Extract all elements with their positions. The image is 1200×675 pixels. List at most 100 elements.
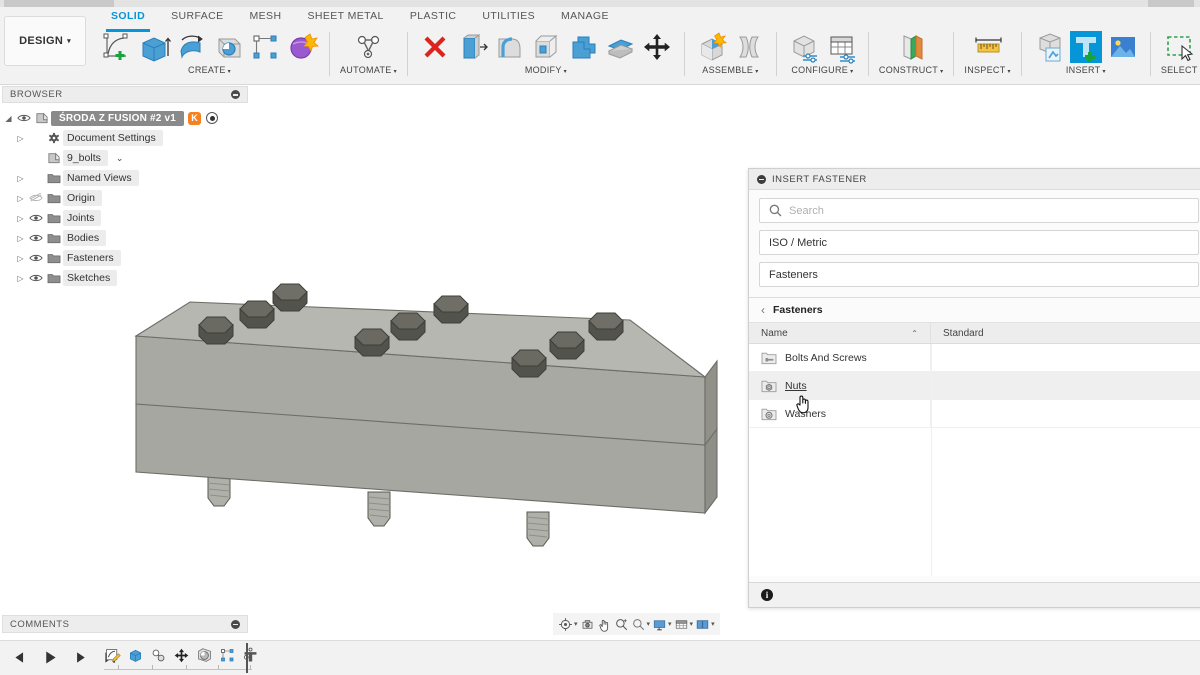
browser-node-document-settings[interactable]: ▷ Document Settings [0, 128, 250, 148]
chevron-down-icon[interactable]: ▾ [668, 620, 672, 628]
step-forward-icon[interactable] [72, 649, 89, 666]
group-label[interactable]: AUTOMATE ▾ [340, 65, 397, 75]
group-label[interactable]: MODIFY ▾ [525, 65, 567, 75]
move-copy-icon[interactable] [640, 30, 674, 64]
browser-node-named-views[interactable]: ▷ Named Views [0, 168, 250, 188]
insert-canvas-icon[interactable] [1106, 30, 1140, 64]
browser-node-roda-z-fusion-2-v1[interactable]: ◢ ŚRODA Z FUSION #2 v1 K [0, 108, 250, 128]
eye-icon[interactable] [28, 233, 43, 243]
shell-icon[interactable] [529, 30, 563, 64]
column-header-standard[interactable]: Standard [931, 323, 1200, 343]
chevron-down-icon[interactable]: ▾ [711, 620, 715, 628]
zoom-window-icon[interactable] [631, 617, 646, 632]
insert-fastener-icon[interactable] [1069, 30, 1103, 64]
expand-arrow-icon[interactable]: ▷ [14, 214, 27, 223]
configure-table-icon[interactable] [824, 30, 858, 64]
grid-snap-icon[interactable] [674, 617, 689, 632]
extrude-feature-icon[interactable] [127, 647, 144, 664]
visibility-toggle[interactable] [27, 213, 44, 223]
pattern-icon[interactable] [248, 30, 282, 64]
chevron-down-icon[interactable]: ▾ [574, 620, 578, 628]
pattern-feature-icon[interactable] [219, 647, 236, 664]
nav-item-grid-snap[interactable]: ▾ [674, 617, 694, 632]
construct-plane-icon[interactable] [894, 30, 928, 64]
visibility-toggle[interactable] [27, 273, 44, 283]
column-header-name[interactable]: Name ⌃ [749, 323, 931, 343]
timeline-play[interactable] [42, 649, 59, 671]
timeline-feature-move[interactable] [173, 647, 190, 669]
visibility-toggle[interactable] [27, 233, 44, 243]
comments-panel-header[interactable]: COMMENTS [2, 615, 248, 633]
look-at-icon[interactable] [580, 617, 595, 632]
expand-arrow-icon[interactable]: ▷ [14, 254, 27, 263]
expand-arrow-icon[interactable]: ▷ [14, 194, 27, 203]
visibility-toggle[interactable] [15, 113, 32, 123]
sketch-feature-icon[interactable] [104, 647, 121, 664]
group-label[interactable]: INSPECT ▾ [964, 65, 1010, 75]
eye-icon[interactable] [16, 113, 31, 123]
fastener-feature-icon[interactable] [242, 647, 259, 664]
measure-icon[interactable] [971, 30, 1005, 64]
insert-derive-icon[interactable] [1032, 30, 1066, 64]
browser-node-bodies[interactable]: ▷ Bodies [0, 228, 250, 248]
move-feature-icon[interactable] [173, 647, 190, 664]
group-label[interactable]: CONFIGURE ▾ [791, 65, 853, 75]
cell-name[interactable]: Washers [749, 400, 931, 427]
table-row[interactable]: Bolts And Screws [749, 344, 1200, 372]
delete-icon[interactable] [418, 30, 452, 64]
group-label[interactable]: CONSTRUCT ▾ [879, 65, 944, 75]
group-label[interactable]: CREATE ▾ [188, 65, 231, 75]
nav-item-zoom[interactable] [614, 617, 629, 632]
insert-fastener-dialog[interactable]: INSERT FASTENER Search ISO / Metric Fast… [748, 168, 1200, 608]
timeline-track[interactable] [104, 669, 252, 670]
timeline-step-forward[interactable] [72, 649, 89, 671]
table-row[interactable]: Nuts [749, 372, 1200, 400]
split-face-icon[interactable] [603, 30, 637, 64]
eye-icon[interactable] [28, 253, 43, 263]
visibility-toggle[interactable] [27, 193, 44, 203]
timeline-feature-extrude[interactable] [127, 647, 144, 669]
breadcrumb[interactable]: ‹ Fasteners [749, 298, 1200, 323]
expand-arrow-icon[interactable]: ▷ [14, 274, 27, 283]
orbit-icon[interactable] [558, 617, 573, 632]
timeline-end-marker[interactable] [246, 643, 248, 673]
nav-item-pan[interactable] [597, 617, 612, 632]
info-icon[interactable]: i [761, 589, 773, 601]
cell-name[interactable]: Bolts And Screws [749, 344, 931, 371]
sweep-icon[interactable] [211, 30, 245, 64]
browser-node-joints[interactable]: ▷ Joints [0, 208, 250, 228]
step-back-icon[interactable] [12, 649, 29, 666]
browser-node-sketches[interactable]: ▷ Sketches [0, 268, 250, 288]
press-pull-icon[interactable] [455, 30, 489, 64]
browser-node-origin[interactable]: ▷ Origin [0, 188, 250, 208]
revolve-icon[interactable] [174, 30, 208, 64]
browser-node-9-bolts[interactable]: 9_bolts ⌄ [0, 148, 250, 168]
nav-item-look-at[interactable] [580, 617, 595, 632]
category-select[interactable]: Fasteners [759, 262, 1199, 287]
combine-icon[interactable] [566, 30, 600, 64]
standard-select[interactable]: ISO / Metric [759, 230, 1199, 255]
display-settings-icon[interactable] [652, 617, 667, 632]
expand-arrow-icon[interactable]: ▷ [14, 174, 27, 183]
fillet-icon[interactable] [492, 30, 526, 64]
group-label[interactable]: ASSEMBLE ▾ [702, 65, 758, 75]
expand-arrow-icon[interactable]: ◢ [2, 114, 15, 123]
collapse-icon[interactable] [231, 90, 240, 99]
form-icon[interactable] [285, 30, 319, 64]
play-icon[interactable] [42, 649, 59, 666]
extrude-icon[interactable] [137, 30, 171, 64]
create-sketch-icon[interactable] [100, 30, 134, 64]
back-chevron-icon[interactable]: ‹ [761, 303, 765, 317]
collapse-icon[interactable] [757, 174, 766, 184]
cell-name[interactable]: Nuts [749, 372, 931, 399]
expand-arrow-icon[interactable]: ▷ [14, 134, 27, 143]
workspace-switcher-button[interactable]: DESIGN ▾ [4, 16, 86, 66]
joint-feature-icon[interactable] [150, 647, 167, 664]
timeline-feature-revolve[interactable] [196, 647, 213, 669]
automate-icon[interactable] [351, 30, 385, 64]
table-row[interactable]: Washers [749, 400, 1200, 428]
expand-arrow-icon[interactable]: ▷ [14, 234, 27, 243]
chevron-down-icon[interactable]: ▾ [690, 620, 694, 628]
search-input[interactable]: Search [759, 198, 1199, 223]
activate-component-radio[interactable] [206, 112, 218, 124]
